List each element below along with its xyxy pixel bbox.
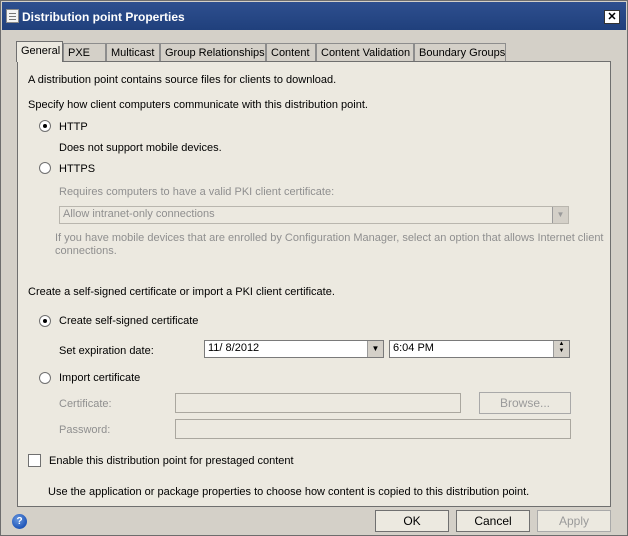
self-signed-label[interactable]: Create self-signed certificate	[59, 315, 198, 327]
properties-dialog: Distribution point Properties ✕ General …	[0, 0, 628, 536]
title-bar: Distribution point Properties ✕	[2, 2, 626, 30]
expiration-label: Set expiration date:	[59, 345, 154, 357]
import-certificate-label[interactable]: Import certificate	[59, 372, 140, 384]
certificate-path-field[interactable]	[175, 393, 461, 413]
password-field[interactable]	[175, 419, 571, 439]
https-label[interactable]: HTTPS	[59, 163, 95, 175]
https-connection-select[interactable]: Allow intranet-only connections ▼	[59, 206, 569, 224]
tab-multicast[interactable]: Multicast	[106, 43, 160, 63]
intro-text: A distribution point contains source fil…	[28, 74, 337, 86]
tab-content[interactable]: Content	[266, 43, 316, 63]
self-signed-radio[interactable]	[39, 315, 51, 327]
password-label: Password:	[59, 424, 111, 436]
prestaged-content-checkbox[interactable]	[28, 454, 41, 467]
mobile-devices-info: If you have mobile devices that are enro…	[55, 232, 604, 244]
prestaged-content-label[interactable]: Enable this distribution point for prest…	[49, 455, 294, 467]
tab-pxe[interactable]: PXE	[63, 43, 106, 63]
certificate-label: Certificate:	[59, 398, 112, 410]
https-connection-value: Allow intranet-only connections	[63, 208, 215, 220]
communication-prompt: Specify how client computers communicate…	[28, 99, 368, 111]
calendar-dropdown-icon[interactable]: ▼	[367, 341, 383, 357]
help-icon[interactable]: ?	[12, 514, 27, 529]
expiration-time-spinner[interactable]: 6:04 PM ▲ ▼	[389, 340, 570, 358]
http-radio[interactable]	[39, 120, 51, 132]
http-note: Does not support mobile devices.	[59, 142, 222, 154]
browse-button[interactable]: Browse...	[479, 392, 571, 414]
tab-group-relationships[interactable]: Group Relationships	[160, 43, 266, 63]
prestaged-content-note: Use the application or package propertie…	[48, 486, 530, 498]
ok-button[interactable]: OK	[375, 510, 449, 532]
tab-content-validation[interactable]: Content Validation	[316, 43, 414, 63]
expiration-date-picker[interactable]: 11/ 8/2012 ▼	[204, 340, 384, 358]
cancel-button[interactable]: Cancel	[456, 510, 530, 532]
import-certificate-radio[interactable]	[39, 372, 51, 384]
http-label[interactable]: HTTP	[59, 121, 88, 133]
apply-button[interactable]: Apply	[537, 510, 611, 532]
chevron-down-icon: ▼	[552, 207, 568, 223]
tab-general[interactable]: General	[16, 41, 63, 62]
certificate-prompt: Create a self-signed certificate or impo…	[28, 286, 335, 298]
mobile-devices-info-cont: connections.	[55, 245, 117, 257]
spin-updown-icon[interactable]: ▲ ▼	[553, 341, 569, 357]
expiration-time-value: 6:04 PM	[393, 342, 434, 354]
tab-boundary-groups[interactable]: Boundary Groups	[414, 43, 506, 63]
expiration-date-value: 11/ 8/2012	[208, 342, 260, 354]
window-title: Distribution point Properties	[22, 10, 185, 24]
https-radio[interactable]	[39, 162, 51, 174]
general-tab-panel: A distribution point contains source fil…	[17, 61, 611, 507]
pki-requirement-note: Requires computers to have a valid PKI c…	[59, 186, 335, 198]
close-button[interactable]: ✕	[604, 10, 620, 24]
properties-window-icon	[6, 9, 19, 23]
